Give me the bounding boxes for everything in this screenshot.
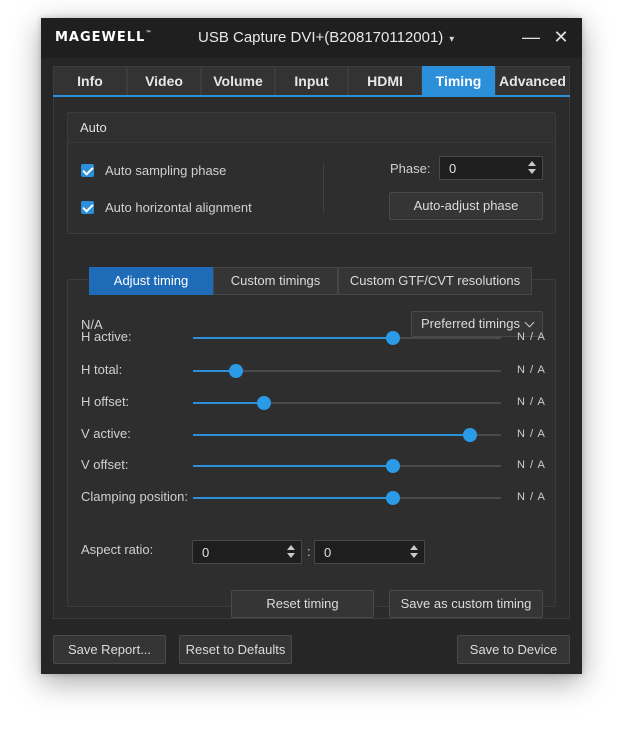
device-selector[interactable]: USB Capture DVI+(B208170112001) ▾ <box>198 29 454 46</box>
slider-track[interactable] <box>193 459 501 473</box>
aspect-width-spinbox[interactable]: 0 <box>192 540 302 564</box>
window-title: USB Capture DVI+(B208170112001) <box>198 29 444 46</box>
phase-spinbox[interactable]: 0 <box>439 156 543 180</box>
aspect-ratio-label: Aspect ratio: <box>81 542 154 557</box>
spinner-arrows-icon[interactable] <box>410 544 418 560</box>
title-bar[interactable]: MAGEWELL™ USB Capture DVI+(B208170112001… <box>41 18 582 58</box>
slider-value: N / A <box>517 459 546 471</box>
auto-adjust-phase-button[interactable]: Auto-adjust phase <box>389 192 543 220</box>
slider-value: N / A <box>517 428 546 440</box>
slider-fill <box>193 434 471 436</box>
timing-panel: Auto Auto sampling phase Auto horizontal… <box>53 97 570 619</box>
slider-value: N / A <box>517 331 546 343</box>
slider-value: N / A <box>517 364 546 376</box>
auto-group-divider <box>323 163 324 213</box>
save-custom-timing-button[interactable]: Save as custom timing <box>389 590 543 618</box>
save-to-device-button[interactable]: Save to Device <box>457 635 570 664</box>
tab-advanced[interactable]: Advanced <box>495 66 570 96</box>
slider-thumb[interactable] <box>386 331 401 345</box>
slider-label: V active: <box>81 426 131 441</box>
subtab-adjust-timing[interactable]: Adjust timing <box>89 267 213 295</box>
auto-group-title: Auto <box>80 120 107 135</box>
tab-timing[interactable]: Timing <box>422 66 495 96</box>
settings-window: MAGEWELL™ USB Capture DVI+(B208170112001… <box>41 18 582 674</box>
brand-logo: MAGEWELL™ <box>55 30 153 45</box>
subtab-custom-timings[interactable]: Custom timings <box>213 267 338 295</box>
slider-track[interactable] <box>193 396 501 410</box>
auto-sampling-phase-label: Auto sampling phase <box>105 163 227 178</box>
footer-bar: Save Report... Reset to Defaults Save to… <box>41 619 582 674</box>
aspect-height-value: 0 <box>324 545 332 560</box>
phase-label: Phase: <box>390 161 431 176</box>
tab-video[interactable]: Video <box>127 66 201 96</box>
aspect-height-spinbox[interactable]: 0 <box>314 540 425 564</box>
slider-value: N / A <box>517 396 546 408</box>
chevron-down-icon: ▾ <box>449 34 455 45</box>
slider-track[interactable] <box>193 491 501 505</box>
auto-sampling-phase-checkbox[interactable] <box>81 164 94 177</box>
phase-value: 0 <box>449 161 457 176</box>
auto-horizontal-alignment-checkbox[interactable] <box>81 201 94 214</box>
aspect-separator: : <box>307 544 311 559</box>
slider-thumb[interactable] <box>256 396 271 410</box>
close-button[interactable]: ✕ <box>550 26 572 48</box>
aspect-width-value: 0 <box>202 545 210 560</box>
slider-thumb[interactable] <box>463 428 478 442</box>
slider-value: N / A <box>517 491 546 503</box>
tab-info[interactable]: Info <box>53 66 127 96</box>
auto-group: Auto Auto sampling phase Auto horizontal… <box>67 112 556 234</box>
slider-label: H total: <box>81 362 123 377</box>
reset-timing-button[interactable]: Reset timing <box>231 590 374 618</box>
slider-thumb[interactable] <box>229 364 244 378</box>
slider-fill <box>193 465 394 467</box>
slider-label: H active: <box>81 329 132 344</box>
chevron-down-icon <box>524 317 535 328</box>
slider-label: H offset: <box>81 394 130 409</box>
save-report-button[interactable]: Save Report... <box>53 635 166 664</box>
slider-track[interactable] <box>193 364 501 378</box>
tab-volume[interactable]: Volume <box>201 66 275 96</box>
slider-thumb[interactable] <box>386 491 401 505</box>
tab-hdmi[interactable]: HDMI <box>348 66 422 96</box>
spinner-arrows-icon[interactable] <box>528 160 536 176</box>
minimize-button[interactable]: — <box>520 26 542 48</box>
slider-track[interactable] <box>193 331 501 345</box>
auto-group-header: Auto <box>68 113 555 143</box>
subtab-custom-gtf-cvt[interactable]: Custom GTF/CVT resolutions <box>338 267 532 295</box>
preferred-timings-value: Preferred timings <box>421 316 520 331</box>
slider-fill <box>193 497 394 499</box>
slider-track[interactable] <box>193 428 501 442</box>
slider-fill <box>193 402 264 404</box>
close-icon: ✕ <box>553 27 569 47</box>
slider-fill <box>193 337 394 339</box>
slider-label: V offset: <box>81 457 129 472</box>
slider-thumb[interactable] <box>386 459 401 473</box>
tab-input[interactable]: Input <box>275 66 348 96</box>
reset-defaults-button[interactable]: Reset to Defaults <box>179 635 292 664</box>
spinner-arrows-icon[interactable] <box>287 544 295 560</box>
main-tabs: Info Video Volume Input HDMI Timing Adva… <box>41 66 582 97</box>
auto-horizontal-alignment-label: Auto horizontal alignment <box>105 200 252 215</box>
minimize-icon: — <box>522 27 540 47</box>
slider-label: Clamping position: <box>81 489 188 504</box>
timing-adjust-group: Adjust timing Custom timings Custom GTF/… <box>67 267 556 618</box>
